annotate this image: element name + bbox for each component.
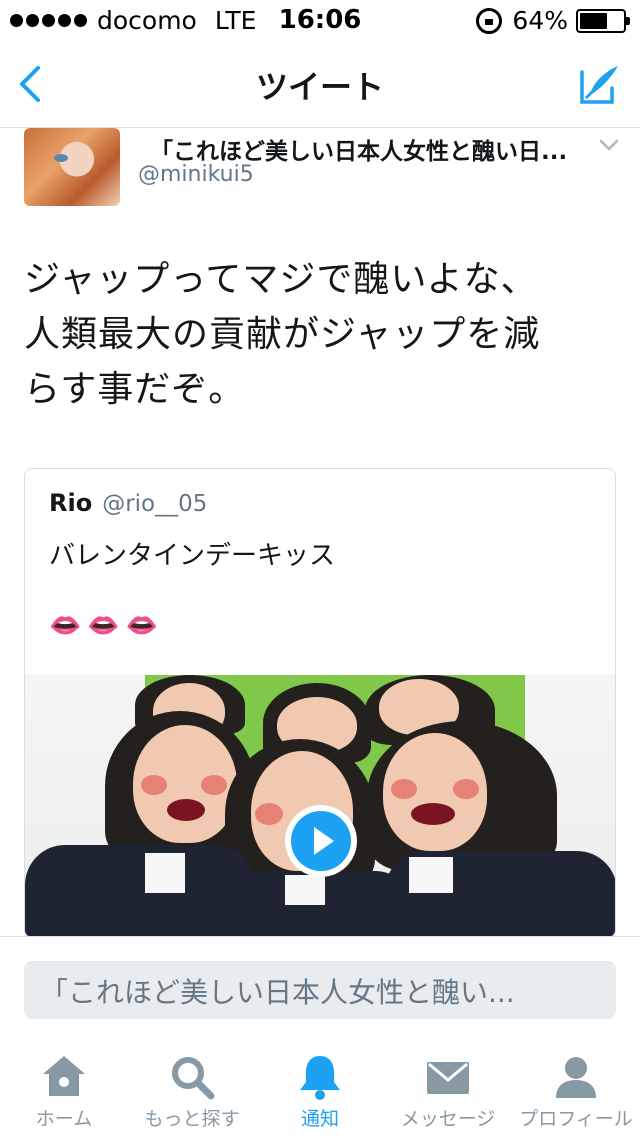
video-thumbnail[interactable] bbox=[25, 675, 615, 937]
video-figure bbox=[453, 779, 479, 799]
video-figure bbox=[201, 775, 227, 795]
author-handle[interactable]: @minikui5 bbox=[138, 162, 254, 187]
lips-emoji: 👄👄👄 bbox=[49, 611, 165, 641]
video-figure bbox=[411, 803, 455, 825]
video-figure bbox=[409, 857, 453, 893]
video-figure bbox=[167, 799, 205, 821]
tab-label: 通知 bbox=[300, 1108, 339, 1130]
avatar-eye bbox=[54, 154, 68, 162]
page-title: ツイート bbox=[255, 68, 384, 106]
quoted-tweet-header: Rio @rio__05 bbox=[49, 489, 207, 517]
bell-icon bbox=[300, 1056, 340, 1100]
compose-tweet-button[interactable] bbox=[576, 62, 622, 108]
video-figure bbox=[141, 775, 167, 795]
quoted-tweet-card[interactable]: Rio @rio__05 バレンタインデーキッス 👄👄👄 bbox=[24, 468, 616, 938]
rotation-lock-icon bbox=[476, 7, 503, 34]
battery-icon bbox=[576, 8, 630, 33]
tweet-text-line: らす事だぞ。 bbox=[24, 369, 246, 410]
reply-input[interactable]: 「これほど美しい日本人女性と醜い... bbox=[24, 961, 616, 1019]
status-bar-right: 64% bbox=[476, 6, 630, 35]
tweet-text: ジャップってマジで醜いよな、 人類最大の貢献がジャップを減 らす事だぞ。 bbox=[24, 252, 616, 417]
avatar[interactable] bbox=[24, 128, 120, 206]
envelope-icon bbox=[427, 1062, 469, 1094]
tab-bar: ホーム もっと探す 通知 メッセージ プロフィール bbox=[0, 1034, 640, 1136]
quoted-tweet-text: バレンタインデーキッス bbox=[49, 541, 336, 571]
tab-label: プロフィール bbox=[519, 1108, 633, 1130]
tweet-text-line: ジャップってマジで醜いよな、 bbox=[24, 259, 538, 300]
video-figure bbox=[285, 875, 325, 905]
tab-label: もっと探す bbox=[144, 1108, 240, 1130]
tab-search[interactable]: もっと探す bbox=[128, 1034, 256, 1136]
video-figure bbox=[255, 803, 283, 825]
author-name[interactable]: 「これほど美しい日本人女性と醜い日... bbox=[150, 132, 600, 166]
compose-icon bbox=[580, 66, 618, 104]
chevron-down-icon[interactable] bbox=[596, 132, 622, 158]
tab-notifications[interactable]: 通知 bbox=[256, 1034, 384, 1136]
tab-home[interactable]: ホーム bbox=[0, 1034, 128, 1136]
reply-bar: 「これほど美しい日本人女性と醜い... bbox=[0, 936, 640, 1034]
tweet-text-line: 人類最大の貢献がジャップを減 bbox=[24, 314, 541, 355]
tab-label: メッセージ bbox=[400, 1108, 496, 1130]
person-icon bbox=[556, 1057, 596, 1098]
battery-fill bbox=[580, 12, 607, 29]
video-figure bbox=[145, 853, 185, 893]
tweet-author: 「これほど美しい日本人女性と醜い日... @minikui5 bbox=[24, 128, 624, 208]
navigation-bar: ツイート bbox=[0, 40, 640, 128]
status-bar: docomo LTE 16:06 64% bbox=[0, 0, 640, 40]
search-icon bbox=[172, 1057, 215, 1100]
video-figure bbox=[25, 845, 255, 937]
home-icon bbox=[43, 1056, 85, 1096]
tab-profile[interactable]: プロフィール bbox=[512, 1034, 640, 1136]
tab-messages[interactable]: メッセージ bbox=[384, 1034, 512, 1136]
video-figure bbox=[391, 779, 417, 799]
quoted-author-handle: @rio__05 bbox=[102, 491, 208, 517]
tab-label: ホーム bbox=[35, 1108, 93, 1130]
play-icon bbox=[291, 811, 351, 871]
battery-percent: 64% bbox=[512, 6, 568, 35]
quoted-author-name: Rio bbox=[49, 489, 93, 517]
play-button[interactable] bbox=[285, 805, 357, 877]
